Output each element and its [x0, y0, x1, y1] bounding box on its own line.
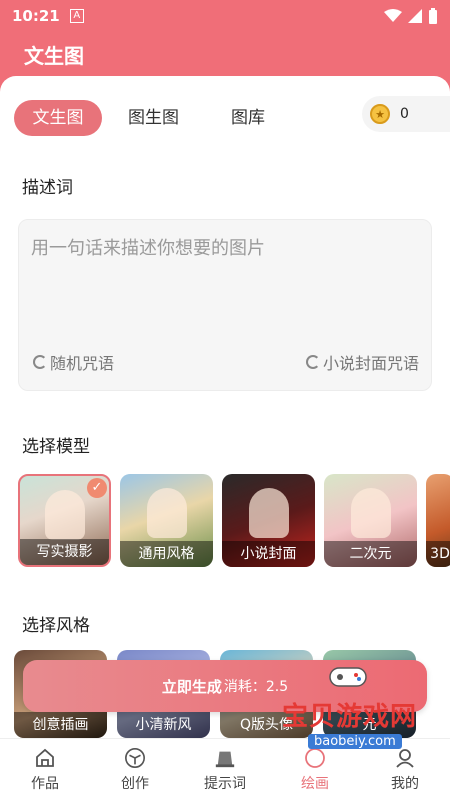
prompt-input[interactable]: 用一句话来描述你想要的图片 随机咒语 小说封面咒语: [18, 219, 432, 391]
cube-icon: [124, 747, 146, 769]
portrait-image: [44, 490, 85, 540]
nav-item-label: 提示词: [204, 775, 246, 792]
model-list: ✓ 写实摄影 通用风格 小说封面 二次元 3D: [18, 474, 450, 567]
portrait-image: [248, 488, 289, 538]
status-time: 10:21: [12, 7, 60, 25]
tab-image-to-image[interactable]: 图生图: [110, 100, 197, 136]
style-section-title: 选择风格: [22, 616, 90, 636]
refresh-icon: [305, 355, 320, 369]
model-section-title: 选择模型: [22, 437, 90, 457]
refresh-icon: [33, 355, 47, 369]
novel-cover-spell-label: 小说封面咒语: [322, 354, 419, 373]
a-notification-icon: A: [69, 9, 84, 23]
nav-item-works[interactable]: 作品: [0, 739, 90, 800]
signal-icon: [408, 9, 422, 23]
model-card-label: 通用风格: [120, 541, 213, 567]
gamepad-icon: [329, 667, 367, 687]
prompt-section-title: 描述词: [22, 178, 73, 198]
portrait-image: [146, 488, 187, 538]
nav-item-create[interactable]: 创作: [90, 739, 180, 800]
coin-count: 0: [400, 106, 409, 122]
tab-text-to-image[interactable]: 文生图: [14, 100, 102, 136]
model-card-general[interactable]: 通用风格: [120, 474, 213, 567]
style-card-label: 创意插画: [14, 712, 107, 738]
coin-balance[interactable]: ★ 0: [362, 96, 450, 132]
watermark-url: baobeiy.com: [308, 734, 402, 749]
mode-tabs: 文生图 图生图 图库: [14, 100, 283, 136]
tab-gallery[interactable]: 图库: [213, 100, 283, 136]
page-title: 文生图: [24, 44, 84, 68]
generate-label: 立即生成: [161, 677, 222, 696]
status-icons: [384, 8, 438, 24]
generate-cost: 消耗：2.5: [223, 679, 289, 695]
model-card-label: 写实摄影: [20, 539, 109, 565]
model-card-3d[interactable]: 3D: [426, 474, 450, 567]
star-coin-icon: ★: [370, 104, 390, 124]
nav-item-label: 创作: [121, 775, 149, 792]
prompt-placeholder: 用一句话来描述你想要的图片: [31, 238, 265, 259]
style-card-label: 小清新风: [117, 712, 210, 738]
random-spell-button[interactable]: 随机咒语: [33, 350, 114, 374]
novel-cover-spell-button[interactable]: 小说封面咒语: [305, 350, 419, 374]
model-card-anime[interactable]: 二次元: [324, 474, 417, 567]
nav-item-prompts[interactable]: 提示词: [180, 739, 270, 800]
portrait-image: [350, 488, 391, 538]
nav-item-label: 作品: [31, 775, 59, 792]
watermark-title: 宝贝游戏网: [282, 702, 418, 732]
home-icon: [34, 747, 56, 769]
model-card-label: 小说封面: [222, 541, 315, 567]
watermark: 宝贝游戏网 baobeiy.com: [280, 667, 420, 776]
app-header: 文生图: [0, 32, 450, 76]
check-icon: ✓: [87, 478, 107, 498]
model-card-label: 二次元: [324, 541, 417, 567]
printer-icon: [214, 747, 236, 769]
battery-icon: [429, 8, 437, 24]
model-card-label: 3D: [426, 541, 450, 567]
random-spell-label: 随机咒语: [50, 354, 115, 373]
model-card-novel-cover[interactable]: 小说封面: [222, 474, 315, 567]
model-card-realistic-photo[interactable]: ✓ 写实摄影: [18, 474, 111, 567]
wifi-icon: [384, 9, 402, 22]
status-bar: 10:21 A: [0, 0, 450, 32]
